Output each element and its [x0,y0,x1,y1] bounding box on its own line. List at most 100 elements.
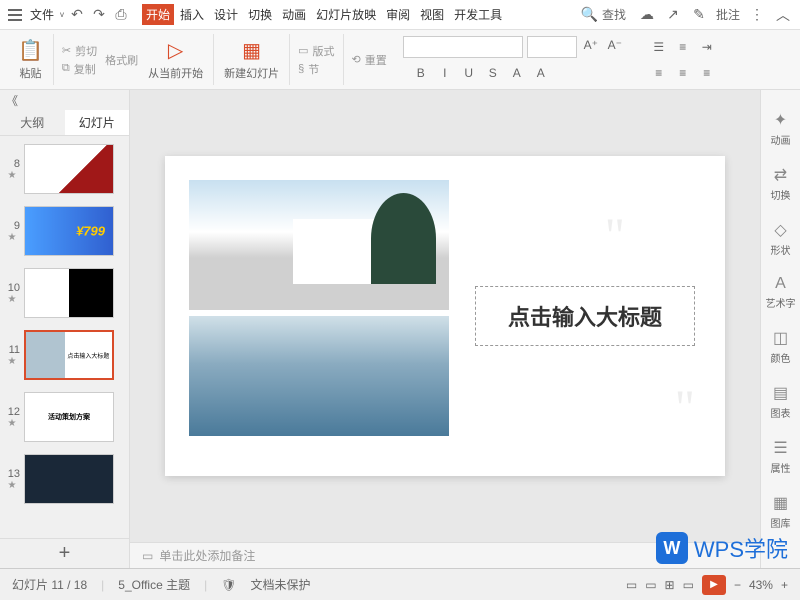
slides-panel: 《 大纲 幻灯片 8★ 9★ 10★ 11★点击输入大标题 12★活动策划方案 … [0,90,130,568]
new-slide-icon[interactable]: ▦ [242,38,261,63]
section-button[interactable]: §节 [298,61,334,77]
slide-thumbnail-10[interactable] [24,268,114,318]
hamburger-menu-icon[interactable] [8,9,22,21]
thumb-number: 8 [4,158,20,170]
slide-canvas[interactable]: " 点击输入大标题 " [165,156,725,476]
thumb-number: 12 [4,406,20,418]
watermark-text: WPS学院 [694,532,788,564]
rp-gallery[interactable]: ▦图库 [771,493,791,530]
decrease-font-icon[interactable]: A⁻ [605,36,625,54]
share-icon[interactable]: ↗ [664,6,682,24]
align-center-icon[interactable]: ≡ [673,64,693,82]
font-color-button[interactable]: A [507,64,527,82]
view-sorter-icon[interactable]: ⊞ [665,578,675,592]
play-icon[interactable]: ▷ [168,38,183,63]
animation-icon: ✦ [774,110,787,130]
layout-button[interactable]: ▭版式 [298,43,334,59]
rp-wordart[interactable]: A艺术字 [766,275,796,310]
reset-button[interactable]: ⟲重置 [352,52,387,68]
cut-button[interactable]: ✂剪切 [62,43,97,59]
animation-star-icon: ★ [8,418,17,429]
strike-button[interactable]: S [483,64,503,82]
collapse-ribbon-icon[interactable]: ︿ [774,6,792,24]
print-icon[interactable]: ⎙ [112,6,130,24]
animation-star-icon: ★ [8,356,17,367]
align-left-icon[interactable]: ≡ [649,64,669,82]
slides-tab[interactable]: 幻灯片 [65,110,130,135]
slide-thumbnail-9[interactable] [24,206,114,256]
rp-transition[interactable]: ⇄切换 [771,165,791,202]
annotate-icon[interactable]: ✎ [690,6,708,24]
zoom-in-icon[interactable]: + [781,578,788,592]
slideshow-button[interactable]: ▶ [702,575,726,595]
protection-status: 文档未保护 [250,576,310,593]
wordart-icon: A [775,275,786,293]
align-right-icon[interactable]: ≡ [697,64,717,82]
undo-icon[interactable]: ↶ [68,6,86,24]
slide-thumbnail-11[interactable]: 点击输入大标题 [24,330,114,380]
font-size-dropdown[interactable] [527,36,577,58]
slide-thumbnail-8[interactable] [24,144,114,194]
file-menu[interactable]: 文件 [30,6,54,23]
rp-shape[interactable]: ◇形状 [771,220,791,257]
slide-image-1[interactable] [189,180,449,310]
annotate-label[interactable]: 批注 [716,6,740,23]
rp-animation[interactable]: ✦动画 [771,110,791,147]
new-slide-label: 新建幻灯片 [224,65,279,81]
underline-button[interactable]: U [459,64,479,82]
theme-name: 5_Office 主题 [118,576,190,593]
tab-animation[interactable]: 动画 [278,4,310,25]
view-normal-icon[interactable]: ▭ [645,578,656,592]
italic-button[interactable]: I [435,64,455,82]
shape-icon: ◇ [774,220,786,240]
ribbon-tabs: 开始 插入 设计 切换 动画 幻灯片放映 审阅 视图 开发工具 [142,4,506,25]
tab-slideshow[interactable]: 幻灯片放映 [312,4,380,25]
slide-thumbnail-13[interactable] [24,454,114,504]
slide-image-2[interactable] [189,316,449,436]
view-notes-icon[interactable]: ▭ [626,578,637,592]
more-icon[interactable]: ⋮ [748,6,766,24]
search-box[interactable]: 🔍 查找 [581,6,626,23]
font-family-dropdown[interactable] [403,36,523,58]
thumb-number: 13 [4,468,20,480]
rp-chart[interactable]: ▤图表 [771,383,791,420]
tab-review[interactable]: 审阅 [382,4,414,25]
notes-icon: ▭ [142,549,153,563]
copy-button[interactable]: ⧉复制 [62,61,97,77]
status-bar: 幻灯片 11 / 18 | 5_Office 主题 | 🛡 文档未保护 ▭ ▭ … [0,568,800,600]
chevron-down-icon: v [60,10,64,19]
tab-home[interactable]: 开始 [142,4,174,25]
rp-color[interactable]: ◫颜色 [771,328,791,365]
tab-view[interactable]: 视图 [416,4,448,25]
highlight-button[interactable]: A [531,64,551,82]
tab-devtools[interactable]: 开发工具 [450,4,506,25]
paste-icon[interactable]: 📋 [18,38,43,63]
indent-icon[interactable]: ⇥ [697,38,717,56]
cloud-icon[interactable]: ☁ [638,6,656,24]
bold-button[interactable]: B [411,64,431,82]
bullet-list-icon[interactable]: ☰ [649,38,669,56]
add-slide-button[interactable]: + [0,538,129,568]
quote-decoration-icon: " [675,378,695,436]
rp-property[interactable]: ☰属性 [771,438,791,475]
paste-label: 粘贴 [19,65,41,81]
tab-design[interactable]: 设计 [210,4,242,25]
title-text: 点击输入大标题 [508,300,662,332]
number-list-icon[interactable]: ≡ [673,38,693,56]
redo-icon[interactable]: ↷ [90,6,108,24]
section-icon: § [298,63,304,75]
view-reading-icon[interactable]: ▭ [683,578,694,592]
slide-thumbnail-12[interactable]: 活动策划方案 [24,392,114,442]
zoom-out-icon[interactable]: − [734,578,741,592]
tab-transition[interactable]: 切换 [244,4,276,25]
format-painter-button[interactable]: 格式刷 [105,52,138,68]
zoom-value[interactable]: 43% [749,578,773,592]
outline-tab[interactable]: 大纲 [0,110,65,135]
increase-font-icon[interactable]: A⁺ [581,36,601,54]
panel-collapse-icon[interactable]: 《 [6,92,18,109]
layout-icon: ▭ [298,44,308,57]
title-placeholder[interactable]: 点击输入大标题 [475,286,695,346]
animation-star-icon: ★ [8,480,17,491]
tab-insert[interactable]: 插入 [176,4,208,25]
thumb-number: 11 [4,344,20,356]
